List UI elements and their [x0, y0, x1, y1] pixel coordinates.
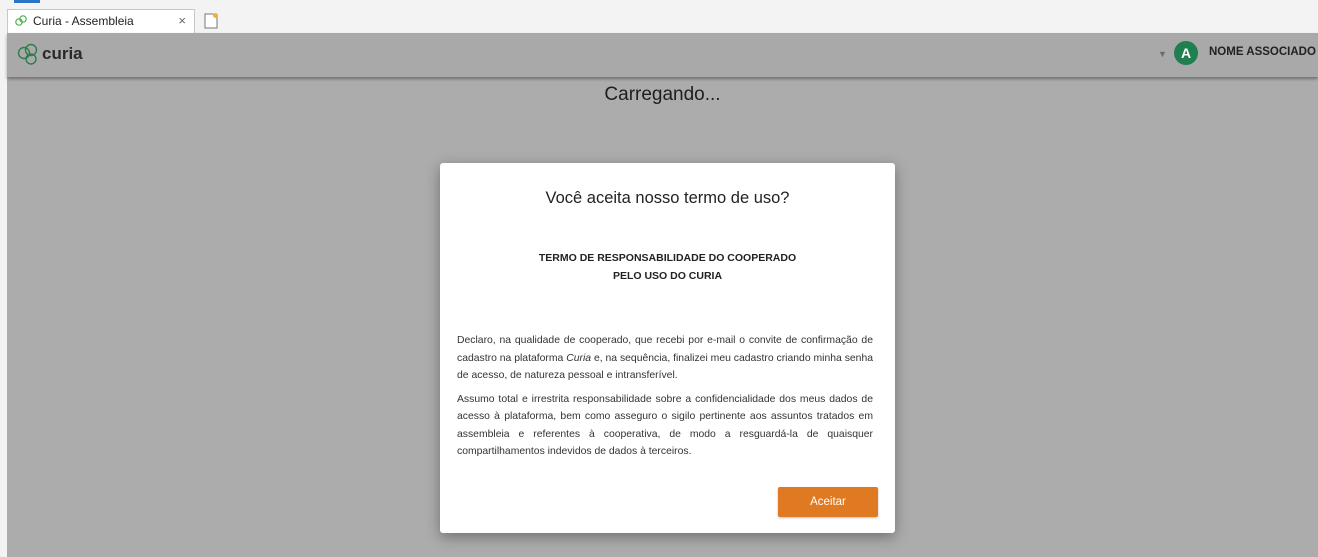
user-name[interactable]: NOME ASSOCIADO: [1209, 46, 1316, 58]
terms-heading: TERMO DE RESPONSABILIDADE DO COOPERADO P…: [440, 249, 895, 285]
loading-text: Carregando...: [604, 84, 721, 105]
terms-heading-line1: TERMO DE RESPONSABILIDADE DO COOPERADO: [538, 252, 797, 264]
tab-title: Curia - Assembleia: [33, 14, 134, 28]
browser-tab[interactable]: Curia - Assembleia ×: [7, 9, 195, 33]
app-header: curia ▼ A NOME ASSOCIADO: [7, 33, 1318, 77]
terms-p1-italic: Curia: [566, 352, 592, 364]
avatar[interactable]: A: [1174, 41, 1198, 65]
new-tab-icon[interactable]: [203, 12, 219, 30]
dialog-title: Você aceita nosso termo de uso?: [545, 189, 790, 207]
browser-tab-strip: Curia - Assembleia ×: [0, 0, 1318, 33]
terms-heading-line2: PELO USO DO CURIA: [612, 270, 723, 282]
close-icon[interactable]: ×: [178, 13, 186, 28]
app-logo[interactable]: curia: [16, 42, 83, 66]
terms-body: Declaro, na qualidade de cooperado, que …: [457, 332, 873, 467]
logo-text: curia: [42, 44, 83, 63]
accept-button[interactable]: Aceitar: [778, 487, 878, 517]
curia-logo-icon: [15, 15, 27, 26]
terms-paragraph-1: Declaro, na qualidade de cooperado, que …: [457, 332, 873, 385]
main-overlay: Carregando... Você aceita nosso termo de…: [7, 77, 1318, 557]
chevron-down-icon[interactable]: ▼: [1158, 49, 1167, 59]
terms-paragraph-2: Assumo total e irrestrita responsabilida…: [457, 393, 873, 458]
tab-strip-accent: [14, 0, 40, 3]
terms-dialog: Você aceita nosso termo de uso? TERMO DE…: [440, 163, 895, 533]
curia-logo-icon: [17, 43, 38, 65]
